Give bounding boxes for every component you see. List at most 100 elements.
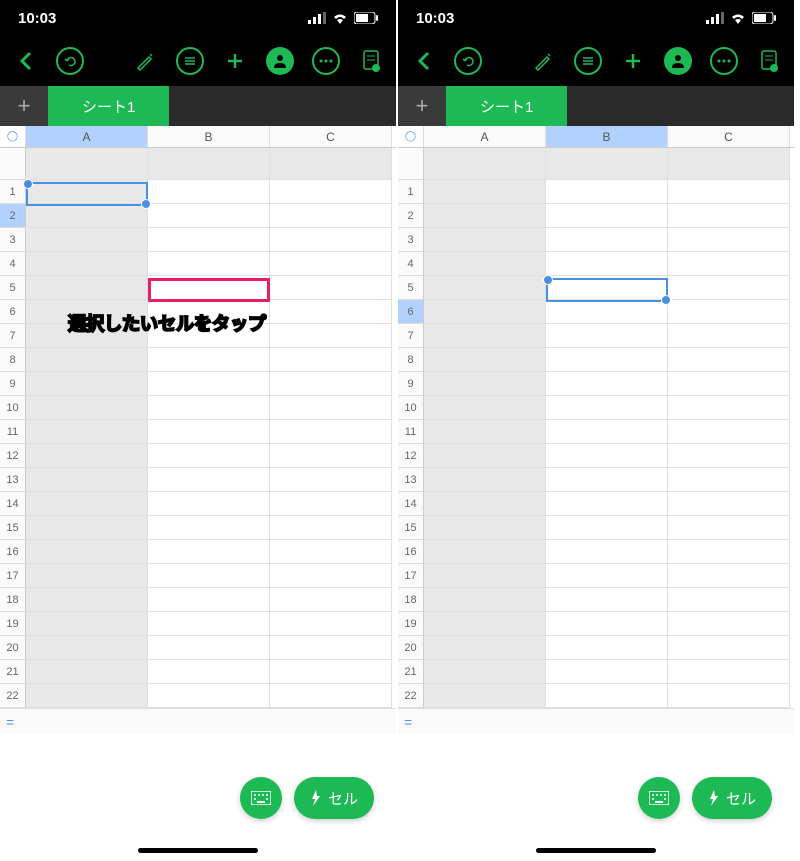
row-header[interactable]: 3 — [398, 228, 424, 252]
cell[interactable] — [270, 564, 392, 588]
row-header[interactable]: 9 — [398, 372, 424, 396]
cell[interactable] — [148, 396, 270, 420]
cell[interactable] — [26, 204, 148, 228]
sheet-tab-active[interactable]: シート1 — [446, 86, 567, 126]
cell[interactable] — [148, 588, 270, 612]
cell[interactable] — [148, 516, 270, 540]
cell[interactable] — [424, 180, 546, 204]
row-header[interactable]: 20 — [0, 636, 26, 660]
cell[interactable] — [546, 204, 668, 228]
cell[interactable] — [270, 516, 392, 540]
col-header-a[interactable]: A — [26, 126, 148, 147]
cell[interactable] — [546, 540, 668, 564]
row-header[interactable]: 17 — [398, 564, 424, 588]
row-header[interactable]: 15 — [398, 516, 424, 540]
row-header[interactable]: 15 — [0, 516, 26, 540]
cell[interactable] — [668, 180, 790, 204]
cell[interactable] — [148, 252, 270, 276]
cell[interactable] — [26, 372, 148, 396]
cell[interactable] — [270, 420, 392, 444]
cell[interactable] — [26, 180, 148, 204]
row-header[interactable]: 3 — [0, 228, 26, 252]
back-button[interactable] — [410, 48, 436, 74]
cell[interactable] — [270, 468, 392, 492]
cell[interactable] — [668, 516, 790, 540]
cell[interactable] — [424, 324, 546, 348]
cell[interactable] — [546, 372, 668, 396]
cell[interactable] — [26, 348, 148, 372]
list-icon[interactable] — [176, 47, 204, 75]
cell[interactable] — [546, 324, 668, 348]
more-button[interactable] — [312, 47, 340, 75]
row-header[interactable]: 10 — [398, 396, 424, 420]
cell[interactable] — [424, 612, 546, 636]
select-all-corner[interactable]: ◯ — [0, 126, 26, 147]
cell[interactable] — [546, 348, 668, 372]
cell[interactable] — [270, 396, 392, 420]
cell[interactable] — [546, 396, 668, 420]
row-header[interactable]: 7 — [0, 324, 26, 348]
row-header[interactable]: 14 — [0, 492, 26, 516]
cell-fab[interactable]: セル — [294, 777, 374, 819]
cell[interactable] — [270, 300, 392, 324]
cell[interactable] — [668, 396, 790, 420]
cell[interactable] — [270, 540, 392, 564]
cell[interactable] — [270, 324, 392, 348]
cell[interactable] — [668, 276, 790, 300]
cell[interactable] — [148, 372, 270, 396]
cell[interactable] — [546, 300, 668, 324]
cell[interactable] — [668, 324, 790, 348]
cell[interactable] — [148, 540, 270, 564]
cell[interactable] — [424, 636, 546, 660]
row-header[interactable]: 4 — [398, 252, 424, 276]
row-header[interactable]: 19 — [398, 612, 424, 636]
cell[interactable] — [424, 468, 546, 492]
add-button[interactable] — [222, 48, 248, 74]
cell[interactable] — [26, 252, 148, 276]
cell[interactable] — [26, 396, 148, 420]
cell[interactable] — [668, 492, 790, 516]
row-header[interactable]: 18 — [398, 588, 424, 612]
cell[interactable] — [546, 492, 668, 516]
cell[interactable] — [668, 204, 790, 228]
cell[interactable] — [546, 420, 668, 444]
row-header[interactable]: 21 — [398, 660, 424, 684]
cell[interactable] — [546, 636, 668, 660]
cell[interactable] — [148, 420, 270, 444]
undo-button[interactable] — [56, 47, 84, 75]
row-header[interactable]: 13 — [0, 468, 26, 492]
cell[interactable] — [424, 444, 546, 468]
cell[interactable] — [148, 564, 270, 588]
cell[interactable] — [26, 684, 148, 708]
col-header-b[interactable]: B — [546, 126, 668, 147]
cell[interactable] — [668, 588, 790, 612]
cell[interactable] — [546, 252, 668, 276]
cell[interactable] — [26, 276, 148, 300]
cell[interactable] — [26, 468, 148, 492]
cell[interactable] — [546, 588, 668, 612]
select-all-corner[interactable]: ◯ — [398, 126, 424, 147]
cell[interactable] — [668, 468, 790, 492]
cell[interactable] — [424, 564, 546, 588]
row-header[interactable]: 22 — [398, 684, 424, 708]
row-header[interactable]: 16 — [0, 540, 26, 564]
row-header[interactable]: 7 — [398, 324, 424, 348]
keyboard-fab[interactable] — [638, 777, 680, 819]
cell[interactable] — [148, 468, 270, 492]
cell[interactable] — [270, 612, 392, 636]
cell[interactable] — [148, 228, 270, 252]
cell[interactable] — [424, 588, 546, 612]
row-header[interactable]: 2 — [0, 204, 26, 228]
col-header-a[interactable]: A — [424, 126, 546, 147]
cell[interactable] — [546, 468, 668, 492]
cell[interactable] — [270, 180, 392, 204]
more-button[interactable] — [710, 47, 738, 75]
cell[interactable] — [270, 372, 392, 396]
cell[interactable] — [668, 348, 790, 372]
cell[interactable] — [148, 180, 270, 204]
cell[interactable] — [546, 180, 668, 204]
cell[interactable] — [270, 228, 392, 252]
cell[interactable] — [424, 540, 546, 564]
cell[interactable] — [148, 348, 270, 372]
row-header[interactable]: 19 — [0, 612, 26, 636]
